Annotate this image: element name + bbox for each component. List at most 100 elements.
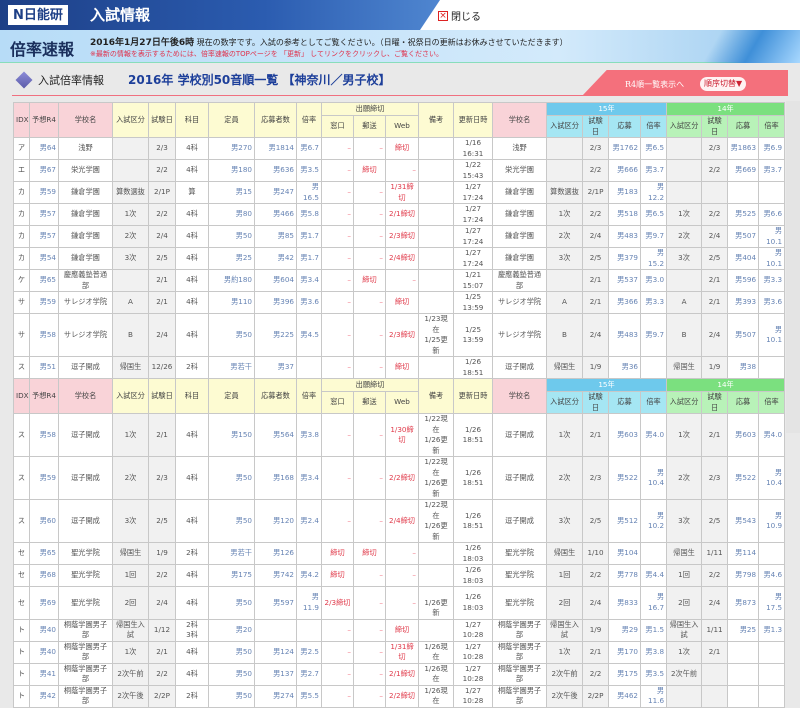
table-cell: 男59	[29, 291, 59, 314]
table-cell: セ	[13, 586, 30, 620]
table-cell: –	[321, 269, 354, 292]
close-button[interactable]: × 閉じる	[438, 8, 481, 23]
table-cell	[418, 203, 455, 226]
table-cell: 2/4	[582, 225, 610, 248]
table-cell: 男若干	[208, 356, 255, 379]
table-cell: 帰国生	[666, 542, 703, 565]
table-cell: –	[321, 291, 354, 314]
table-cell: 男175	[608, 662, 642, 686]
table-cell: 男59	[29, 456, 59, 500]
table-cell: –	[321, 313, 354, 357]
table-cell	[701, 181, 729, 204]
order-toggle-button[interactable]: 順序切替▼	[700, 77, 747, 91]
table-cell: 2/2締切	[384, 456, 420, 500]
table-cell: 男5.8	[296, 203, 322, 226]
column-header-2015: 応募	[608, 391, 642, 414]
table-cell: 男50	[208, 456, 255, 500]
table-cell: 1/12	[148, 618, 176, 642]
column-header: Web	[384, 391, 420, 414]
table-cell: 男3.3	[640, 291, 668, 314]
table-cell: 鎌倉学園	[58, 181, 113, 204]
nichinoken-logo: N日能研	[8, 5, 68, 25]
table-cell: 男57	[29, 225, 59, 248]
table-cell: 男67	[29, 159, 59, 182]
table-cell: 逗子開成	[58, 456, 113, 500]
table-cell: 帰国生入試	[546, 618, 584, 642]
table-cell: 締切	[384, 291, 420, 314]
table-cell: 男537	[608, 269, 642, 292]
table-cell: 締切	[353, 269, 386, 292]
table-cell: 男396	[254, 291, 297, 314]
table-cell: 男522	[608, 456, 642, 500]
table-cell: 2/2	[148, 203, 176, 226]
table-cell	[701, 684, 729, 708]
table-cell: 男3.8	[640, 640, 668, 664]
table-cell: エ	[13, 159, 30, 182]
table-cell: 3次	[112, 247, 149, 270]
table-cell	[254, 618, 297, 642]
table-cell: 2/3締切	[384, 313, 420, 357]
table-cell: ス	[13, 499, 30, 543]
table-cell: 男603	[727, 413, 760, 457]
table-cell	[418, 542, 455, 565]
sort-bar	[582, 70, 788, 96]
table-cell	[758, 684, 786, 708]
table-cell: 2/4	[701, 586, 729, 620]
table-cell: 男124	[254, 640, 297, 664]
table-cell: 男564	[254, 413, 297, 457]
table-cell: 男約180	[208, 269, 255, 292]
column-header-2015: 入試区分	[546, 391, 584, 414]
column-header: 定員	[208, 102, 255, 138]
table-cell	[758, 542, 786, 565]
table-cell: 2科	[175, 684, 209, 708]
column-header-2014: 試験日	[701, 391, 729, 414]
table-cell: 1/27 10:28	[453, 640, 494, 664]
table-cell: 男12.2	[640, 181, 668, 204]
table-cell: 男1.7	[296, 247, 322, 270]
table-cell: 男3.8	[296, 413, 322, 457]
update-datetime: 2016年1月27日午後6時	[90, 38, 195, 48]
table-cell: 男525	[727, 203, 760, 226]
table-cell: 締切	[384, 137, 420, 160]
table-cell: 男6.7	[296, 137, 322, 160]
column-header: 科目	[175, 378, 209, 414]
column-header: 窓口	[321, 391, 354, 414]
section-label: 入試倍率情報	[38, 74, 104, 87]
table-row: セ男68 聖光学院 1回 2/2 4科 男175 男742 男4.2 締切 – –1/26 18:0…	[13, 564, 786, 587]
table-cell: 桐蔭学園男子部	[58, 662, 113, 686]
column-header-2014: 試験日	[701, 115, 729, 138]
column-header: 学校名	[58, 378, 113, 414]
table-cell: 男666	[608, 159, 642, 182]
column-header: 学校名	[492, 102, 548, 138]
table-cell: 男80	[208, 203, 255, 226]
table-cell: カ	[13, 247, 30, 270]
column-header-2014: 応募	[727, 391, 760, 414]
table-cell: 4科	[175, 269, 209, 292]
table-cell: 男3.4	[296, 269, 322, 292]
table-cell	[418, 618, 455, 642]
table-cell: 1/26 18:51	[453, 356, 494, 379]
table-cell: 3次	[666, 499, 703, 543]
table-cell: 4科	[175, 225, 209, 248]
table-cell: 1/22現在 1/26更新	[418, 499, 455, 543]
table-cell: 男60	[29, 499, 59, 543]
table-cell: 男379	[608, 247, 642, 270]
table-cell: 2/2	[582, 564, 610, 587]
table-cell: 2/3締切	[321, 586, 354, 620]
table-cell: –	[353, 413, 386, 457]
table-cell: 2/2	[582, 159, 610, 182]
table-cell: 男483	[608, 313, 642, 357]
table-cell: 2/1	[582, 413, 610, 457]
column-header-2014: 応募	[727, 115, 760, 138]
table-cell: 聖光学院	[492, 564, 548, 587]
column-header: 科目	[175, 102, 209, 138]
table-cell: 男4.4	[640, 564, 668, 587]
table-cell: 締切	[353, 159, 386, 182]
r4-order-link[interactable]: R4順一覧表示へ	[625, 79, 684, 90]
table-cell: –	[384, 586, 420, 620]
table-cell: 2/1	[582, 269, 610, 292]
column-header: 入試区分	[112, 378, 149, 414]
table-cell: 1次	[666, 640, 703, 664]
table-cell: 男3.3	[758, 269, 786, 292]
table-cell: 男54	[29, 247, 59, 270]
